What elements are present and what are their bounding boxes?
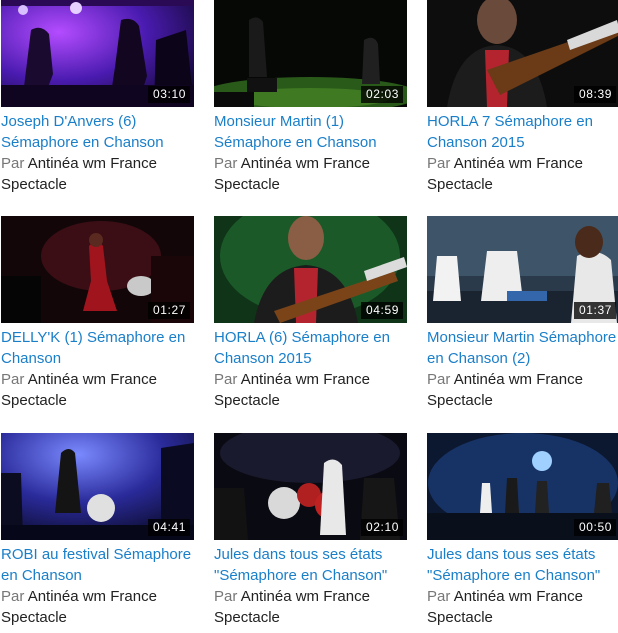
video-author-line: Par Antinéa wm France <box>427 153 618 174</box>
video-author-line: Par Antinéa wm France <box>214 153 407 174</box>
video-category: Spectacle <box>1 176 67 193</box>
video-category: Spectacle <box>427 176 493 193</box>
video-category: Spectacle <box>427 392 493 409</box>
video-author-line: Par Antinéa wm France <box>1 369 194 390</box>
video-author-line: Par Antinéa wm France <box>214 369 407 390</box>
video-title-link[interactable]: HORLA (6) Sémaphore en Chanson 2015 <box>214 328 412 369</box>
video-author: Antinéa wm France <box>453 588 583 605</box>
video-card: 01:37 Monsieur Martin Sémaphore en Chans… <box>427 216 618 411</box>
video-duration: 03:10 <box>147 86 190 103</box>
video-author: Antinéa wm France <box>27 588 157 605</box>
video-thumbnail[interactable]: 00:50 <box>427 433 618 540</box>
video-thumbnail[interactable]: 04:59 <box>214 216 407 323</box>
video-thumbnail[interactable]: 01:37 <box>427 216 618 323</box>
video-author: Antinéa wm France <box>27 371 157 388</box>
by-label: Par <box>427 155 451 172</box>
video-title-link[interactable]: ROBI au festival Sémaphore en Chanson <box>1 545 199 586</box>
by-label: Par <box>1 371 25 388</box>
video-duration: 04:41 <box>147 519 190 536</box>
video-category: Spectacle <box>427 609 493 626</box>
video-thumbnail[interactable]: 04:41 <box>1 433 194 540</box>
video-duration: 02:03 <box>360 86 403 103</box>
video-author-line: Par Antinéa wm France <box>1 153 194 174</box>
video-title-link[interactable]: Jules dans tous ses états "Sémaphore en … <box>214 545 412 586</box>
by-label: Par <box>214 371 238 388</box>
video-author-line: Par Antinéa wm France <box>427 586 618 607</box>
video-title-link[interactable]: Jules dans tous ses états "Sémaphore en … <box>427 545 618 586</box>
video-title-link[interactable]: Monsieur Martin (1) Sémaphore en Chanson <box>214 112 412 153</box>
video-card: 04:41 ROBI au festival Sémaphore en Chan… <box>1 433 194 628</box>
video-duration: 01:27 <box>147 302 190 319</box>
video-thumbnail[interactable]: 08:39 <box>427 0 618 107</box>
video-category: Spectacle <box>214 392 280 409</box>
video-duration: 00:50 <box>573 519 616 536</box>
video-author: Antinéa wm France <box>453 371 583 388</box>
video-card: 04:59 HORLA (6) Sémaphore en Chanson 201… <box>214 216 407 411</box>
video-author-line: Par Antinéa wm France <box>214 586 407 607</box>
video-card: 00:50 Jules dans tous ses états "Sémapho… <box>427 433 618 628</box>
by-label: Par <box>214 155 238 172</box>
by-label: Par <box>427 371 451 388</box>
video-category: Spectacle <box>214 176 280 193</box>
video-card: 01:27 DELLY'K (1) Sémaphore en Chanson P… <box>1 216 194 411</box>
by-label: Par <box>1 155 25 172</box>
video-author: Antinéa wm France <box>240 371 370 388</box>
video-duration: 04:59 <box>360 302 403 319</box>
video-card: 02:10 Jules dans tous ses états "Sémapho… <box>214 433 407 628</box>
video-category: Spectacle <box>1 392 67 409</box>
video-thumbnail[interactable]: 01:27 <box>1 216 194 323</box>
video-author: Antinéa wm France <box>240 155 370 172</box>
video-title-link[interactable]: DELLY'K (1) Sémaphore en Chanson <box>1 328 199 369</box>
video-author: Antinéa wm France <box>240 588 370 605</box>
video-author: Antinéa wm France <box>453 155 583 172</box>
video-duration: 08:39 <box>573 86 616 103</box>
video-title-link[interactable]: Joseph D'Anvers (6) Sémaphore en Chanson <box>1 112 199 153</box>
video-duration: 02:10 <box>360 519 403 536</box>
video-category: Spectacle <box>214 609 280 626</box>
video-card: 08:39 HORLA 7 Sémaphore en Chanson 2015 … <box>427 0 618 195</box>
video-card: 03:10 Joseph D'Anvers (6) Sémaphore en C… <box>1 0 194 195</box>
by-label: Par <box>1 588 25 605</box>
video-card: 02:03 Monsieur Martin (1) Sémaphore en C… <box>214 0 407 195</box>
video-thumbnail[interactable]: 03:10 <box>1 0 194 107</box>
video-author-line: Par Antinéa wm France <box>1 586 194 607</box>
by-label: Par <box>427 588 451 605</box>
video-author: Antinéa wm France <box>27 155 157 172</box>
by-label: Par <box>214 588 238 605</box>
video-title-link[interactable]: Monsieur Martin Sémaphore en Chanson (2) <box>427 328 618 369</box>
video-title-link[interactable]: HORLA 7 Sémaphore en Chanson 2015 <box>427 112 618 153</box>
video-author-line: Par Antinéa wm France <box>427 369 618 390</box>
video-category: Spectacle <box>1 609 67 626</box>
video-thumbnail[interactable]: 02:03 <box>214 0 407 107</box>
video-thumbnail[interactable]: 02:10 <box>214 433 407 540</box>
video-duration: 01:37 <box>573 302 616 319</box>
